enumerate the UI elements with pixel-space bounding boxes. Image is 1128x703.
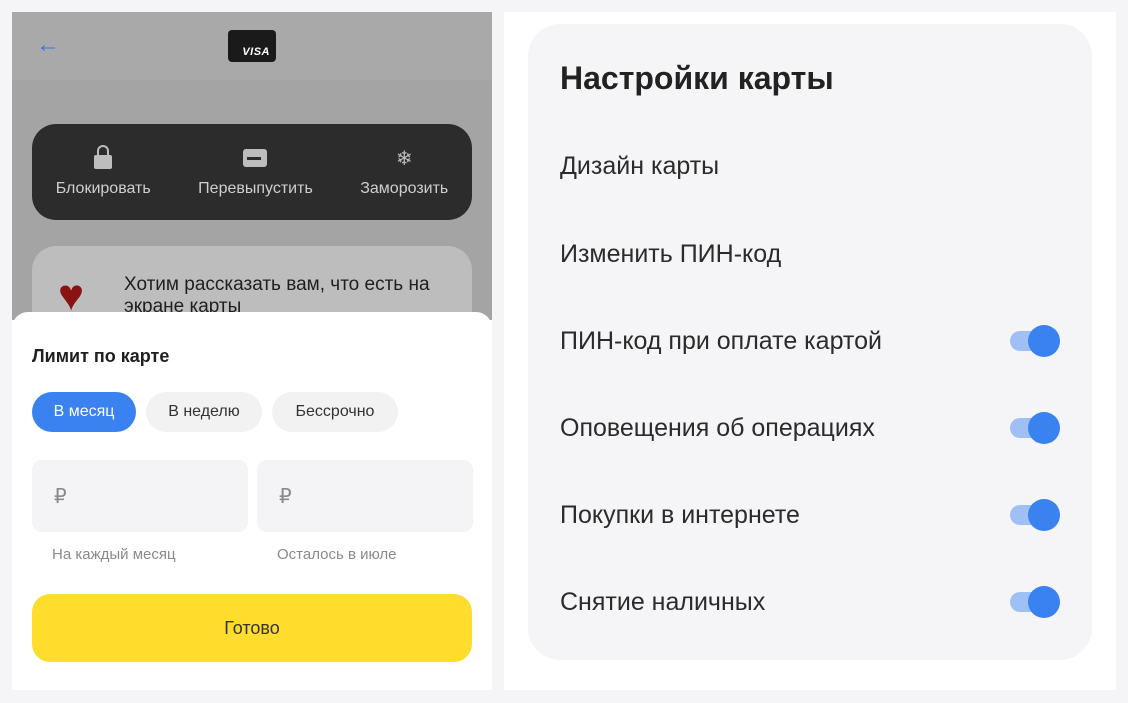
freeze-card-label: Заморозить xyxy=(360,180,449,197)
top-bar: ← VISA xyxy=(12,12,492,80)
ruble-icon: ₽ xyxy=(279,486,292,508)
sheet-title: Лимит по карте xyxy=(32,346,170,366)
chip-per-week[interactable]: В неделю xyxy=(146,392,262,432)
chip-per-month[interactable]: В месяц xyxy=(32,392,136,432)
settings-item-online-purchases: Покупки в интернете xyxy=(560,495,1060,535)
ruble-icon: ₽ xyxy=(54,486,67,508)
snowflake-icon: ❄ xyxy=(395,147,413,170)
settings-item-label: Оповещения об операциях xyxy=(560,413,875,442)
cash-withdrawal-toggle[interactable] xyxy=(1010,586,1060,618)
settings-item-notifications: Оповещения об операциях xyxy=(560,408,1060,448)
reissue-card-label: Перевыпустить xyxy=(198,180,313,197)
monthly-limit-hint: На каждый месяц xyxy=(52,546,176,563)
lock-icon xyxy=(91,145,115,170)
settings-item-card-design[interactable]: Дизайн карты xyxy=(560,146,1060,186)
card-brand-label: VISA xyxy=(242,46,270,58)
settings-item-label: Дизайн карты xyxy=(560,151,720,180)
card-reissue-icon xyxy=(243,146,268,170)
arrow-left-icon[interactable]: ← xyxy=(36,33,60,57)
card-thumbnail: VISA xyxy=(228,30,276,62)
limit-bottom-sheet: Лимит по карте В месяц В неделю Бессрочн… xyxy=(12,312,492,690)
chip-unlimited[interactable]: Бессрочно xyxy=(272,392,398,432)
settings-item-pin-on-payment: ПИН-код при оплате картой xyxy=(560,321,1060,361)
pin-on-payment-toggle[interactable] xyxy=(1010,325,1060,357)
settings-item-label: Снятие наличных xyxy=(560,587,766,616)
online-purchases-toggle[interactable] xyxy=(1010,499,1060,531)
settings-item-change-pin[interactable]: Изменить ПИН-код xyxy=(560,234,1060,274)
block-card-label: Блокировать xyxy=(55,180,151,197)
settings-item-cash-withdrawal: Снятие наличных xyxy=(560,582,1060,622)
block-card-button[interactable]: Блокировать xyxy=(55,145,151,198)
card-settings-screen: Настройки карты Дизайн карты Изменить ПИ… xyxy=(504,12,1116,690)
monthly-limit-input[interactable]: ₽ xyxy=(32,460,248,532)
card-settings-panel: Настройки карты Дизайн карты Изменить ПИ… xyxy=(528,24,1092,660)
settings-item-label: Покупки в интернете xyxy=(560,500,800,529)
settings-item-label: Изменить ПИН-код xyxy=(560,239,782,268)
done-button[interactable]: Готово xyxy=(32,594,472,662)
card-actions-panel: Блокировать Перевыпустить ❄ Заморозить xyxy=(32,124,472,220)
notifications-toggle[interactable] xyxy=(1010,412,1060,444)
freeze-card-button[interactable]: ❄ Заморозить xyxy=(360,146,448,198)
remaining-limit-input[interactable]: ₽ xyxy=(257,460,473,532)
settings-title: Настройки карты xyxy=(560,60,834,96)
reissue-card-button[interactable]: Перевыпустить xyxy=(198,146,313,198)
card-screen-with-limit-sheet: ← VISA Блокировать Перевыпустить ❄ Замор… xyxy=(12,12,492,690)
settings-item-label: ПИН-код при оплате картой xyxy=(560,326,882,355)
remaining-limit-hint: Осталось в июле xyxy=(277,546,397,563)
